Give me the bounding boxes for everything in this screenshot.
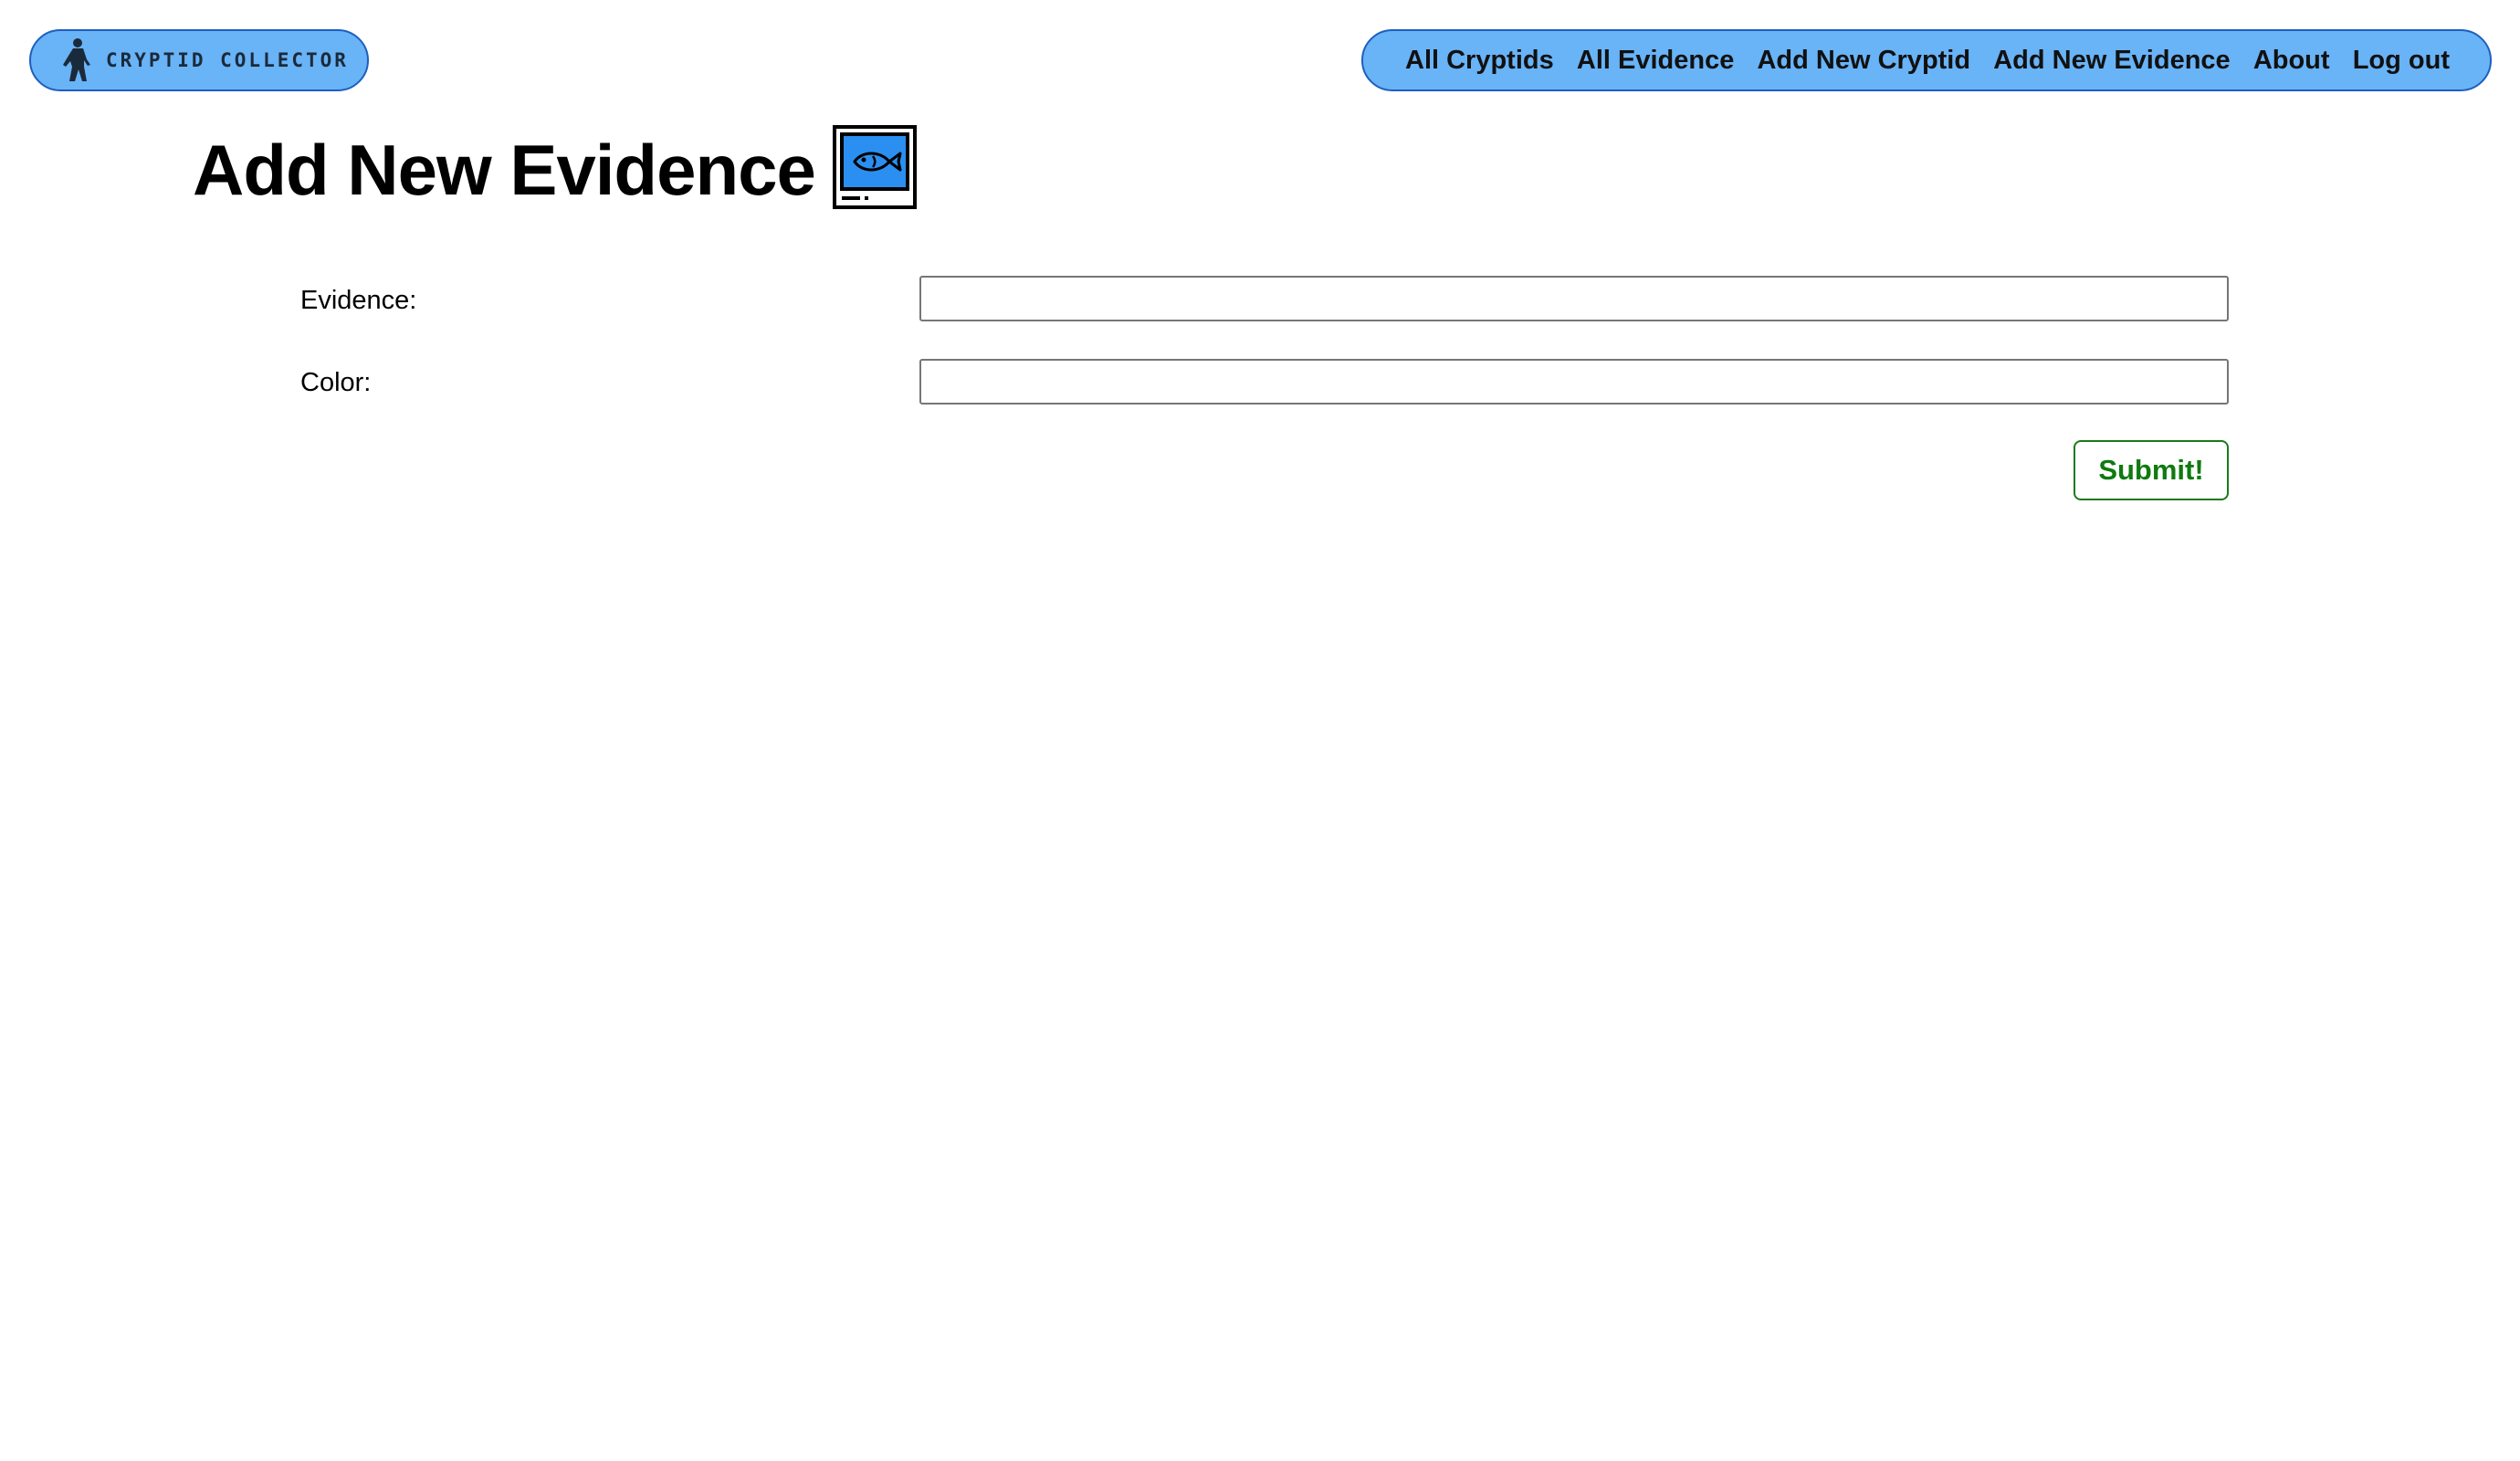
logo-text: CRYPTID COLLECTOR xyxy=(106,49,349,71)
evidence-label: Evidence: xyxy=(300,286,417,315)
page-title: Add New Evidence xyxy=(193,130,816,210)
nav-about[interactable]: About xyxy=(2253,46,2330,76)
logo-home-link[interactable]: CRYPTID COLLECTOR xyxy=(29,29,369,91)
evidence-input[interactable] xyxy=(919,276,2229,321)
nav-all-evidence[interactable]: All Evidence xyxy=(1577,46,1734,76)
fish-monitor-icon xyxy=(833,125,917,209)
color-label: Color: xyxy=(300,368,372,397)
nav-all-cryptids[interactable]: All Cryptids xyxy=(1405,46,1554,76)
bigfoot-icon xyxy=(63,38,90,81)
nav-add-new-cryptid[interactable]: Add New Cryptid xyxy=(1757,46,1970,76)
color-input[interactable] xyxy=(919,359,2229,405)
main-nav: All Cryptids All Evidence Add New Crypti… xyxy=(1361,29,2492,91)
submit-button[interactable]: Submit! xyxy=(2074,440,2229,500)
nav-log-out[interactable]: Log out xyxy=(2353,46,2450,76)
nav-add-new-evidence[interactable]: Add New Evidence xyxy=(1993,46,2230,76)
